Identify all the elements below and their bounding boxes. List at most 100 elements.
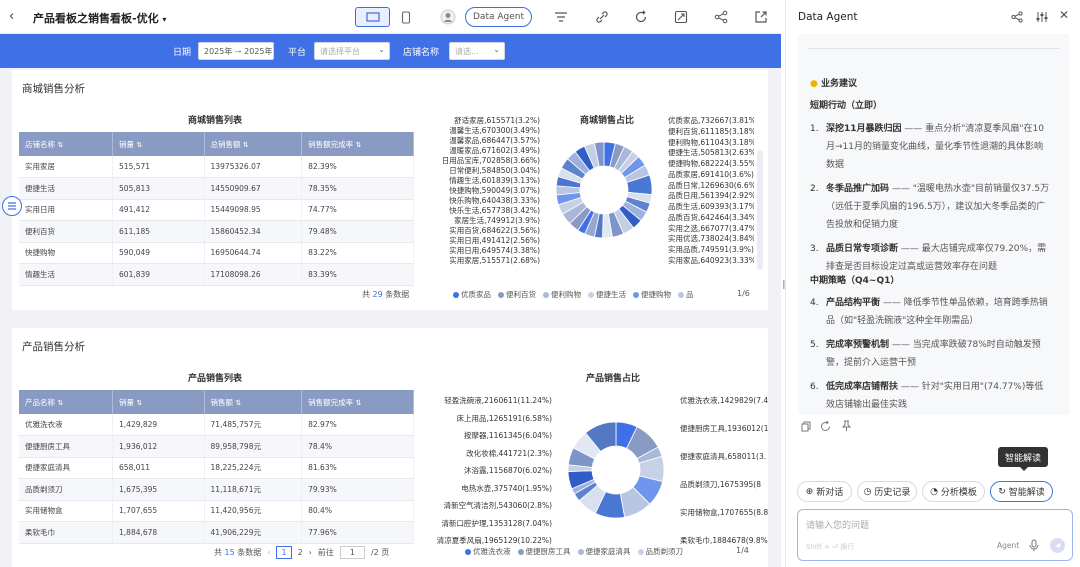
goto-page-input[interactable]: 1 bbox=[339, 546, 365, 559]
table-cell: 82.39% bbox=[301, 156, 414, 178]
plus-icon: ⊕ bbox=[805, 486, 814, 497]
share-icon[interactable] bbox=[1011, 11, 1023, 23]
legend-item[interactable]: 便利百货 bbox=[498, 289, 536, 300]
legend-item[interactable]: 便捷家庭清具 bbox=[577, 546, 631, 557]
date-range-picker[interactable]: 2025年 → 2025年 bbox=[198, 42, 274, 60]
table-cell: 83.39% bbox=[301, 263, 414, 286]
back-arrow-icon[interactable]: ‹ bbox=[9, 9, 14, 24]
data-agent-button[interactable]: Data Agent bbox=[465, 7, 532, 27]
mall-chart-scrollbar[interactable] bbox=[757, 150, 763, 270]
microphone-icon[interactable] bbox=[1029, 539, 1039, 552]
pin-icon[interactable] bbox=[841, 420, 852, 432]
table-row[interactable]: 便捷生活 505,813 14550909.67 78.35% bbox=[19, 177, 414, 200]
retry-icon[interactable] bbox=[820, 421, 831, 432]
send-button[interactable] bbox=[1050, 538, 1065, 553]
table-row[interactable]: 便捷家庭清具 658,011 18,225,224元 81.63% bbox=[19, 457, 414, 479]
question-input-box[interactable]: 请输入您的问题 Shift + ⏎ 换行 Agent bbox=[797, 509, 1073, 561]
pie-label: 优雅洗衣液,1429829(7.44%) bbox=[680, 396, 768, 405]
legend-item[interactable]: 品质剃须刀 bbox=[637, 546, 683, 557]
tooltip: 智能解读 bbox=[998, 447, 1049, 467]
avatar[interactable] bbox=[437, 7, 459, 27]
table-cell: 17108098.26 bbox=[204, 263, 303, 286]
question-input[interactable]: 请输入您的问题 bbox=[806, 518, 869, 531]
legend-item[interactable]: 便捷购物 bbox=[633, 289, 671, 300]
column-header[interactable]: 销售额完成率 ⇅ bbox=[301, 390, 414, 414]
table-cell: 便利百货 bbox=[19, 220, 114, 243]
new-chat-button[interactable]: ⊕ 新对话 bbox=[797, 481, 852, 502]
pie-label: 改化妆棉,441721(2.3%) bbox=[466, 448, 552, 458]
table-row[interactable]: 品质剃须刀 1,675,395 11,118,671元 79.93% bbox=[19, 478, 414, 501]
sort-icon[interactable]: ⇅ bbox=[243, 141, 249, 149]
top-bar: ‹ 产品看板之销售看板-优化 ▾ Data Agent bbox=[0, 0, 781, 34]
table-cell: 515,571 bbox=[112, 156, 205, 178]
column-header[interactable]: 销量 ⇅ bbox=[112, 390, 205, 414]
legend-item[interactable]: 便利购物 bbox=[543, 289, 581, 300]
analysis-template-button[interactable]: ◔ 分析模板 bbox=[922, 481, 985, 502]
filter-toolbar-button[interactable] bbox=[551, 7, 571, 27]
collapse-toggle-button[interactable] bbox=[2, 196, 22, 216]
table-row[interactable]: 实用家居 515,571 13975326.07 82.39% bbox=[19, 156, 414, 178]
table-row[interactable]: 便捷厨房工具 1,936,012 89,958,798元 78.4% bbox=[19, 435, 414, 458]
product-chart-legend[interactable]: 优雅洗衣液 便捷厨房工具 便捷家庭清具 品质剃须刀 bbox=[465, 546, 683, 557]
export-button[interactable] bbox=[751, 7, 771, 27]
prev-page-icon[interactable]: ‹ bbox=[267, 548, 270, 557]
sort-icon[interactable]: ⇅ bbox=[356, 399, 362, 407]
table-cell: 16950644.74 bbox=[204, 242, 303, 264]
history-button[interactable]: ◷ 历史记录 bbox=[857, 481, 917, 502]
share-button[interactable] bbox=[711, 7, 731, 27]
title-dropdown-icon[interactable]: ▾ bbox=[162, 15, 166, 24]
table-row[interactable]: 优雅洗衣液 1,429,829 71,485,757元 82.97% bbox=[19, 414, 414, 436]
agent-mode-label[interactable]: Agent bbox=[997, 541, 1019, 550]
table-row[interactable]: 快捷购物 590,049 16950644.74 83.22% bbox=[19, 242, 414, 264]
page-1-button[interactable]: 1 bbox=[276, 546, 292, 559]
table-cell: 品质剃须刀 bbox=[19, 478, 114, 501]
table-cell: 658,011 bbox=[112, 457, 205, 479]
table-row[interactable]: 实用日用 491,412 15449098.95 74.77% bbox=[19, 199, 414, 221]
store-select[interactable]: 请选... ⌄ bbox=[449, 42, 505, 60]
product-legend-pager[interactable]: 1/4 bbox=[736, 546, 749, 555]
mobile-view-button[interactable] bbox=[392, 7, 420, 27]
column-header[interactable]: 销售额完成率 ⇅ bbox=[301, 132, 414, 156]
column-header[interactable]: 产品名称 ⇅ bbox=[19, 390, 114, 414]
suggestion-item: 6. 低完成率店铺帮扶 —— 针对"实用日用"(74.77%)等低效店铺输出最佳实… bbox=[810, 382, 1044, 410]
sort-icon[interactable]: ⇅ bbox=[235, 399, 241, 407]
fullscreen-button[interactable] bbox=[671, 7, 691, 27]
sort-icon[interactable]: ⇅ bbox=[136, 141, 142, 149]
smart-interpret-button[interactable]: ↻ 智能解读 bbox=[990, 481, 1053, 502]
table-cell: 快捷购物 bbox=[19, 242, 114, 264]
legend-item[interactable]: 便捷厨房工具 bbox=[517, 546, 571, 557]
column-header[interactable]: 店铺名称 ⇅ bbox=[19, 132, 114, 156]
next-page-icon[interactable]: › bbox=[309, 548, 312, 557]
sort-icon[interactable]: ⇅ bbox=[57, 399, 63, 407]
table-row[interactable]: 柔软毛巾 1,884,678 41,906,229元 77.96% bbox=[19, 521, 414, 544]
copy-icon[interactable] bbox=[801, 421, 811, 432]
settings-sliders-icon[interactable] bbox=[1036, 11, 1048, 23]
mall-legend-pager[interactable]: 1/6 bbox=[737, 289, 750, 298]
data-agent-panel: Data Agent ✕ ● 业务建议 短期行动（立即） 1. 深挖11月暴跌归因… bbox=[785, 0, 1080, 567]
table-row[interactable]: 便利百货 611,185 15860452.34 79.48% bbox=[19, 220, 414, 243]
refresh-button[interactable] bbox=[631, 7, 651, 27]
column-header[interactable]: 总销售额 ⇅ bbox=[204, 132, 303, 156]
legend-item[interactable]: 便捷生活 bbox=[588, 289, 626, 300]
page-2-button[interactable]: 2 bbox=[298, 548, 303, 557]
suggestion-item: 1. 深挖11月暴跌归因 —— 重点分析"清凉夏季风扇"在10月→11月的销量变化… bbox=[810, 124, 1044, 170]
table-row[interactable]: 实用储物盒 1,707,655 11,420,956元 80.4% bbox=[19, 500, 414, 522]
close-icon[interactable]: ✕ bbox=[1059, 8, 1069, 22]
legend-item[interactable]: 优质家品 bbox=[453, 289, 491, 300]
sort-icon[interactable]: ⇅ bbox=[136, 399, 142, 407]
link-button[interactable] bbox=[592, 7, 612, 27]
pie-label: 品质百货,642464(3.34%) bbox=[668, 212, 754, 222]
column-header[interactable]: 销售额 ⇅ bbox=[204, 390, 303, 414]
platform-select[interactable]: 请选择平台 ⌄ bbox=[314, 42, 390, 60]
sort-icon[interactable]: ⇅ bbox=[57, 141, 63, 149]
table-row[interactable]: 情趣生活 601,839 17108098.26 83.39% bbox=[19, 263, 414, 286]
sort-icon[interactable]: ⇅ bbox=[356, 141, 362, 149]
product-donut-chart bbox=[567, 421, 665, 519]
suggestion-item: 4. 产品结构平衡 —— 降低季节性单品依赖，培育跨季热销品（如"轻盈洗碗液"这种… bbox=[810, 298, 1048, 326]
legend-item[interactable]: 优雅洗衣液 bbox=[465, 546, 511, 557]
page-title[interactable]: 产品看板之销售看板-优化 ▾ bbox=[33, 10, 166, 26]
column-header[interactable]: 销量 ⇅ bbox=[112, 132, 205, 156]
desktop-view-button[interactable] bbox=[355, 7, 390, 27]
legend-item[interactable]: 品 bbox=[678, 289, 694, 300]
mall-chart-legend[interactable]: 优质家品 便利百货 便利购物 便捷生活 便捷购物品 bbox=[453, 289, 694, 300]
